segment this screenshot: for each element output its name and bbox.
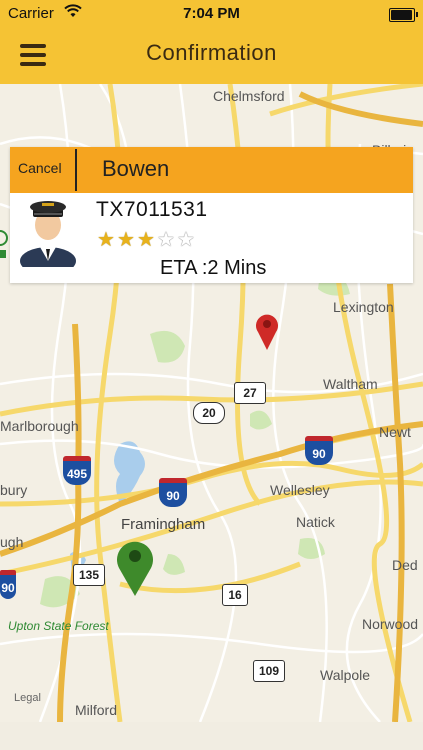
place-label: bury <box>0 482 28 498</box>
route-shield: 27 <box>234 382 266 404</box>
driver-pin-icon[interactable] <box>113 536 157 598</box>
nav-bar: Confirmation <box>0 28 423 84</box>
place-label: Waltham <box>323 376 378 392</box>
header-divider <box>75 149 77 191</box>
place-label: Marlborough <box>0 418 79 434</box>
place-label: Lexington <box>333 299 394 315</box>
driver-avatar-icon <box>20 201 76 267</box>
star-empty-icon: ★ <box>177 229 195 251</box>
place-label: Ded <box>392 557 418 573</box>
route-shield: 109 <box>253 660 285 682</box>
star-filled-icon: ★ <box>137 229 155 251</box>
place-label: Norwood <box>362 616 419 632</box>
battery-fill <box>391 10 412 20</box>
interstate-shield: 90 <box>0 570 16 599</box>
route-shield: 20 <box>193 402 225 424</box>
place-label: Framingham <box>121 516 206 533</box>
card-header: Cancel Bowen <box>10 147 413 193</box>
route-shield: 135 <box>73 564 105 586</box>
place-label: Newt <box>379 424 411 440</box>
interstate-shield: 90 <box>159 478 187 507</box>
place-label: Natick <box>296 514 335 530</box>
route-shield: 16 <box>222 584 248 606</box>
rating-stars: ★ ★ ★ ★ ★ <box>96 227 196 252</box>
place-label: Milford <box>75 702 118 718</box>
star-filled-icon: ★ <box>117 229 135 251</box>
cancel-button[interactable]: Cancel <box>18 160 62 176</box>
battery-icon <box>389 8 418 22</box>
map-logo-partial <box>0 228 8 262</box>
driver-name: Bowen <box>102 156 170 181</box>
interstate-shield: 495 <box>63 456 91 485</box>
star-empty-icon: ★ <box>157 229 175 251</box>
vehicle-id: TX7011531 <box>96 198 208 221</box>
pickup-pin-icon[interactable] <box>254 312 280 352</box>
star-filled-icon: ★ <box>97 229 115 251</box>
status-bar: Carrier 7:04 PM <box>0 0 423 28</box>
driver-confirmation-card: Cancel Bowen TX7011531 ★ ★ ★ ★ ★ ETA :2 Mins <box>10 147 413 283</box>
interstate-shield: 90 <box>305 436 333 465</box>
legal-link[interactable]: Legal <box>14 692 41 704</box>
place-label: Chelmsford <box>213 88 285 104</box>
bottom-strip <box>0 722 423 750</box>
place-label: Wellesley <box>270 482 330 498</box>
place-label: Upton State Forest <box>8 619 109 633</box>
clock-time: 7:04 PM <box>183 5 240 22</box>
page-title: Confirmation <box>146 40 277 65</box>
place-label: ugh <box>0 534 24 550</box>
place-label: Walpole <box>320 667 371 683</box>
eta-label: ETA :2 Mins <box>160 257 267 279</box>
